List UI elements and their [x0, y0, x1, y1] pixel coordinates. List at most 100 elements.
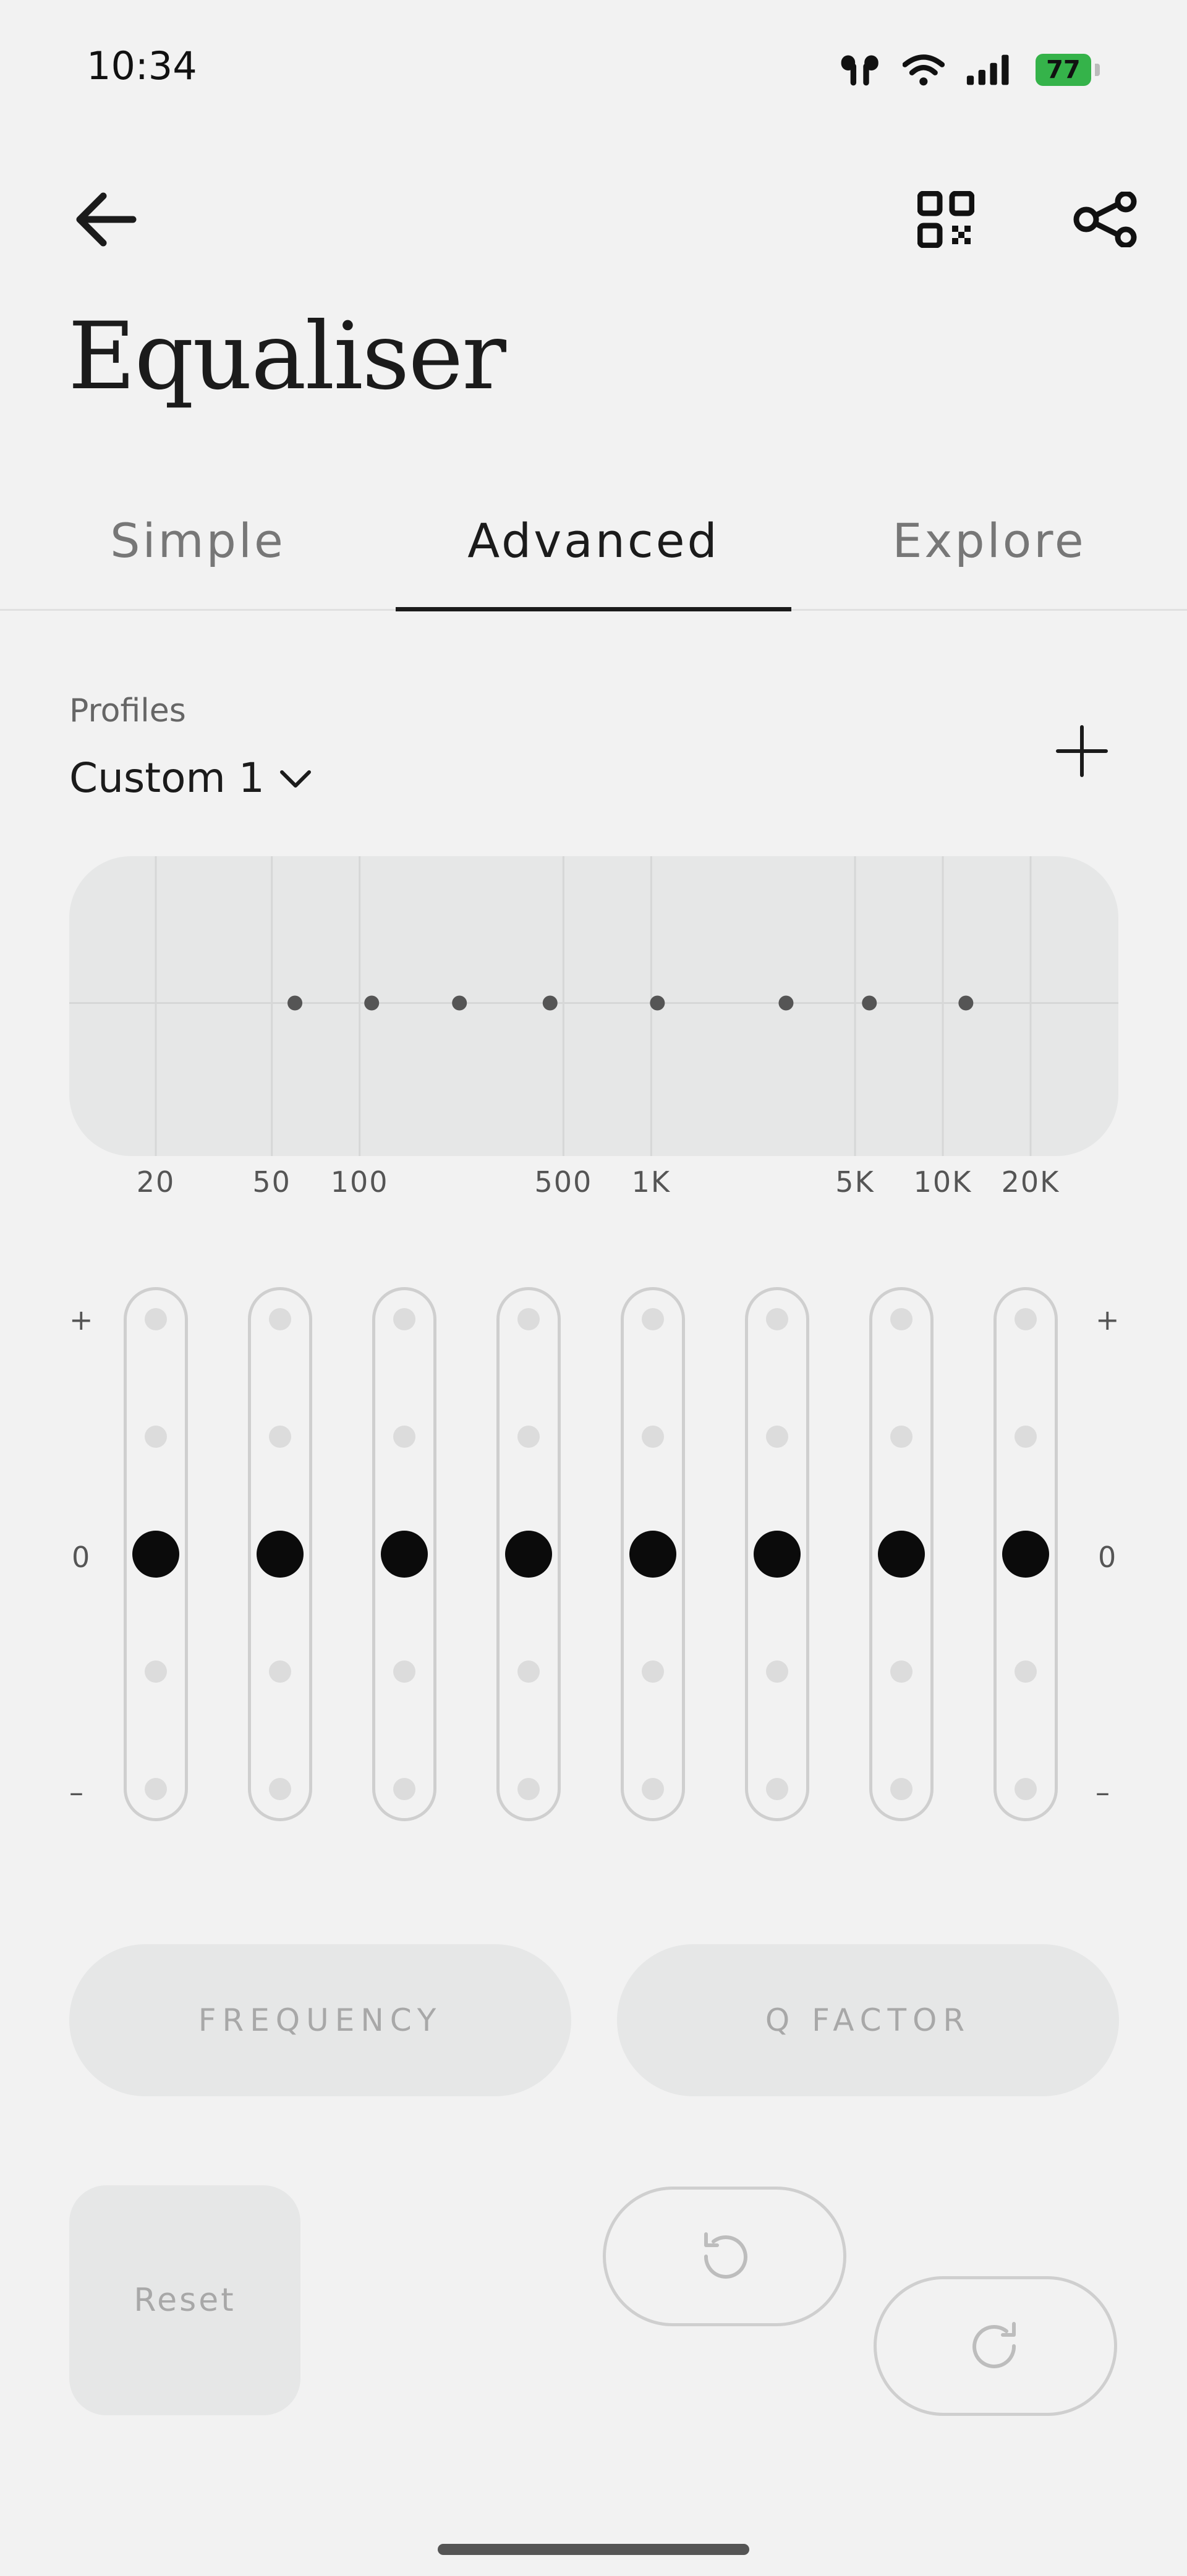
signal-icon	[966, 54, 1009, 85]
chart-band-point[interactable]	[364, 995, 380, 1011]
slider-thumb[interactable]	[1002, 1531, 1049, 1578]
chart-band-point[interactable]	[958, 995, 974, 1011]
frequency-label: 10K	[913, 1165, 972, 1199]
undo-button[interactable]	[603, 2187, 846, 2326]
slider-level-dot	[1015, 1660, 1037, 1683]
slider-level-dot	[1015, 1308, 1037, 1330]
add-profile-button[interactable]	[1045, 717, 1119, 785]
back-button[interactable]	[62, 179, 148, 260]
slider-level-dot	[145, 1778, 167, 1800]
slider-level-dot	[890, 1426, 913, 1448]
slider-thumb[interactable]	[132, 1531, 179, 1578]
slider-thumb[interactable]	[878, 1531, 925, 1578]
plus-icon	[1056, 725, 1108, 777]
battery-level: 77	[1046, 56, 1081, 84]
slider-level-dot	[269, 1426, 291, 1448]
earbuds-icon	[841, 55, 879, 86]
slider-thumb[interactable]	[629, 1531, 676, 1578]
slider-level-dot	[766, 1660, 788, 1683]
slider-level-dot	[517, 1426, 540, 1448]
slider-level-dot	[145, 1426, 167, 1448]
slider-level-dot	[890, 1660, 913, 1683]
frequency-label: 20	[136, 1165, 176, 1199]
tab-active-indicator	[396, 607, 791, 611]
status-icons: 77	[838, 48, 1100, 91]
band-slider[interactable]	[869, 1287, 934, 1821]
page-title: Equaliser	[68, 303, 506, 410]
slider-level-dot	[269, 1660, 291, 1683]
undo-icon	[704, 2232, 747, 2279]
chart-band-point[interactable]	[862, 995, 877, 1011]
chart-band-point[interactable]	[542, 995, 558, 1011]
frequency-label: 100	[330, 1165, 389, 1199]
band-slider[interactable]	[745, 1287, 809, 1821]
slider-level-dot	[145, 1660, 167, 1683]
slider-level-dot	[766, 1308, 788, 1330]
slider-thumb[interactable]	[505, 1531, 552, 1578]
chevron-down-icon	[279, 770, 311, 788]
eq-curve-svg	[69, 856, 1118, 1156]
tab-advanced[interactable]: Advanced	[396, 513, 791, 568]
band-slider[interactable]	[248, 1287, 312, 1821]
redo-button[interactable]	[874, 2276, 1117, 2416]
slider-level-dot	[517, 1778, 540, 1800]
frequency-button[interactable]: FREQUENCY	[69, 1944, 571, 2096]
band-slider[interactable]	[993, 1287, 1058, 1821]
q-factor-button[interactable]: Q FACTOR	[617, 1944, 1119, 2096]
slider-level-dot	[642, 1660, 664, 1683]
slider-level-dot	[890, 1308, 913, 1330]
slider-level-dot	[517, 1308, 540, 1330]
right-plus-label: +	[1096, 1303, 1120, 1337]
slider-level-dot	[269, 1778, 291, 1800]
reset-button[interactable]: Reset	[69, 2185, 300, 2415]
left-minus-label: –	[69, 1775, 83, 1809]
frequency-label: 50	[252, 1165, 291, 1199]
share-icon	[1073, 192, 1137, 247]
share-button[interactable]	[1066, 182, 1147, 257]
profiles-label: Profiles	[69, 692, 186, 729]
band-slider[interactable]	[621, 1287, 685, 1821]
profile-dropdown[interactable]: Custom 1	[69, 754, 313, 802]
home-indicator[interactable]	[438, 2544, 749, 2555]
chart-band-point[interactable]	[778, 995, 794, 1011]
frequency-label: 500	[534, 1165, 593, 1199]
slider-level-dot	[269, 1308, 291, 1330]
frequency-label: 5K	[835, 1165, 875, 1199]
slider-level-dot	[145, 1308, 167, 1330]
redo-icon	[972, 2322, 1016, 2368]
back-arrow-icon	[76, 192, 137, 247]
slider-level-dot	[766, 1426, 788, 1448]
slider-level-dot	[393, 1778, 415, 1800]
slider-level-dot	[890, 1778, 913, 1800]
left-zero-label: 0	[72, 1541, 90, 1574]
status-time: 10:34	[87, 43, 197, 88]
band-slider[interactable]	[372, 1287, 436, 1821]
slider-level-dot	[642, 1308, 664, 1330]
slider-thumb[interactable]	[257, 1531, 304, 1578]
slider-thumb[interactable]	[381, 1531, 428, 1578]
slider-level-dot	[393, 1426, 415, 1448]
tab-simple[interactable]: Simple	[0, 513, 396, 568]
band-slider[interactable]	[124, 1287, 188, 1821]
slider-level-dot	[766, 1778, 788, 1800]
tab-explore[interactable]: Explore	[791, 513, 1187, 568]
slider-thumb[interactable]	[754, 1531, 801, 1578]
wifi-icon	[903, 54, 945, 86]
profile-selected-value: Custom 1	[69, 754, 265, 802]
left-plus-label: +	[69, 1303, 93, 1337]
slider-level-dot	[393, 1660, 415, 1683]
battery-icon: 77	[1035, 54, 1100, 86]
slider-level-dot	[517, 1660, 540, 1683]
slider-level-dot	[1015, 1426, 1037, 1448]
right-zero-label: 0	[1098, 1541, 1117, 1574]
frequency-label: 1K	[631, 1165, 671, 1199]
chart-band-point[interactable]	[287, 995, 303, 1011]
slider-level-dot	[642, 1778, 664, 1800]
eq-curve-chart[interactable]	[69, 856, 1118, 1156]
chart-band-point[interactable]	[650, 995, 665, 1011]
band-slider[interactable]	[496, 1287, 561, 1821]
qr-code-button[interactable]	[909, 182, 983, 257]
chart-band-point[interactable]	[452, 995, 467, 1011]
slider-level-dot	[1015, 1778, 1037, 1800]
right-minus-label: –	[1096, 1775, 1110, 1809]
